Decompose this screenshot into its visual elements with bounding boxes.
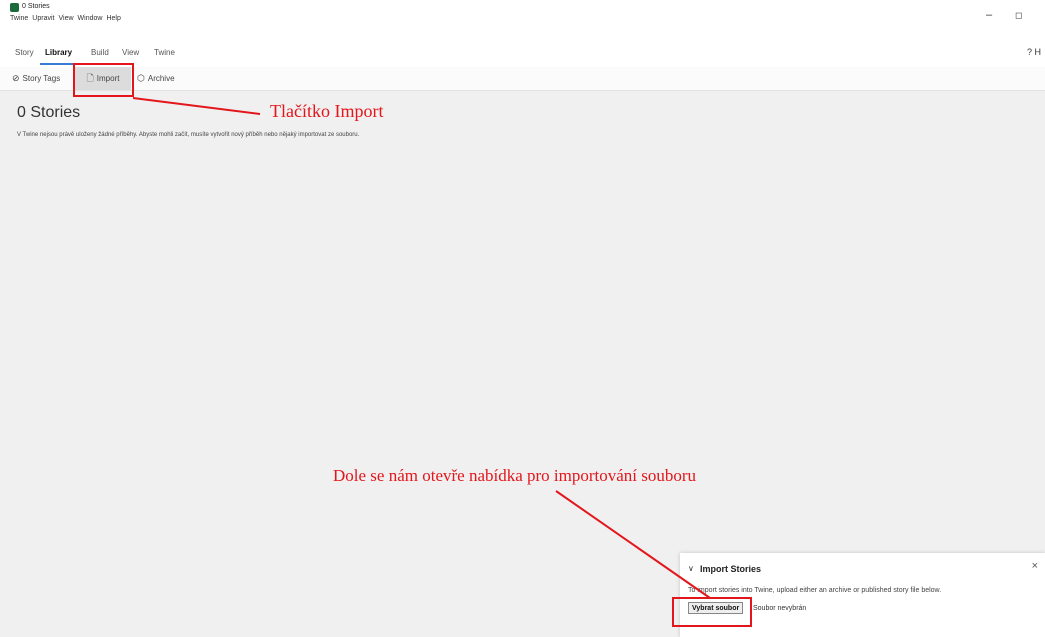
import-annotation-label: Tlačítko Import [270, 101, 384, 121]
import-annotation-line [132, 97, 261, 115]
dialog-annotation-line [555, 490, 711, 599]
dialog-annotation-label: Dole se nám otevře nabídka pro importová… [333, 466, 697, 485]
annotation-arrows [132, 97, 711, 599]
